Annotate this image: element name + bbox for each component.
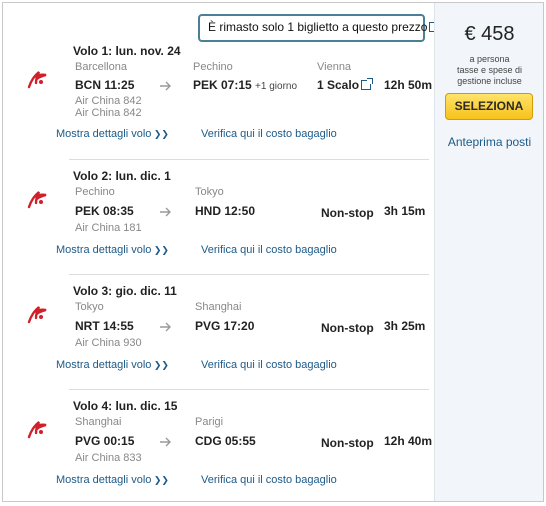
destination-city: Tokyo [195,186,224,198]
air-china-logo-icon [27,306,47,324]
air-china-logo-icon [27,71,47,89]
segment-divider [69,389,429,390]
destination-city: Shanghai [195,301,242,313]
double-chevron-down-icon: ❯❯ [151,360,169,370]
flight-segments: È rimasto solo 1 biglietto a questo prez… [3,3,442,503]
external-link-icon [361,78,374,90]
price-panel: € 458 a persona tasse e spese di gestion… [434,3,543,501]
arrival-time: CDG 05:55 [195,434,256,448]
departure: PEK 08:35 [75,204,134,218]
baggage-cost-link[interactable]: Verifica qui il costo bagaglio [201,244,337,256]
price-amount: € 458 [464,23,515,45]
airline-flight: Air China 833 [75,452,142,464]
airline-flight: Air China 842 [75,107,142,119]
origin-city: Barcellona [75,61,127,73]
double-chevron-down-icon: ❯❯ [151,245,169,255]
price-note-line: a persona [469,54,510,64]
notice-text: È rimasto solo 1 biglietto a questo prez… [208,20,428,34]
show-flight-details-link[interactable]: Mostra dettagli volo ❯❯ [56,359,169,371]
flight-duration: 12h 40m [384,434,433,448]
segment-title: Volo 4: lun. dic. 15 [73,399,178,413]
stops-label: Non-stop [321,436,374,450]
origin-city: Tokyo [75,301,104,313]
baggage-cost-link[interactable]: Verifica qui il costo bagaglio [201,474,337,486]
airline-flight: Air China 930 [75,337,142,349]
price-note: a persona tasse e spese di gestione incl… [435,54,544,87]
show-flight-details-link[interactable]: Mostra dettagli volo ❯❯ [56,128,169,140]
departure: PVG 00:15 [75,434,135,448]
baggage-cost-link[interactable]: Verifica qui il costo bagaglio [201,359,337,371]
airline-flight: Air China 842 [75,95,142,107]
flight-duration: 3h 15m [384,204,426,218]
flight-segment-4: Volo 4: lun. dic. 15 Shanghai PVG 00:15 … [3,393,434,503]
segment-title: Volo 3: gio. dic. 11 [73,284,177,298]
arrow-right-icon [160,437,171,447]
details-link-label: Mostra dettagli volo [56,359,152,371]
departure: BCN 11:25 [75,78,135,92]
select-button[interactable]: SELEZIONA [445,93,533,120]
plus-day: +1 giorno [255,81,298,92]
arrival-time: PVG 17:20 [195,319,255,333]
origin-city: Pechino [75,186,115,198]
details-link-label: Mostra dettagli volo [56,128,152,140]
seat-preview-link[interactable]: Anteprima posti [435,135,544,149]
arrival-time: PEK 07:15 [193,78,252,92]
last-ticket-notice[interactable]: È rimasto solo 1 biglietto a questo prez… [198,14,442,42]
destination-city: Parigi [195,416,224,428]
stops-label: Non-stop [321,206,374,220]
price-note-line: gestione incluse [457,76,522,86]
baggage-cost-link[interactable]: Verifica qui il costo bagaglio [201,128,337,140]
segment-title: Volo 1: lun. nov. 24 [73,44,181,58]
departure: NRT 14:55 [75,319,134,333]
stops-label: 1 Scalo [317,78,360,92]
air-china-logo-icon [27,191,47,209]
double-chevron-down-icon: ❯❯ [151,129,169,139]
arrival: PEK 07:15 +1 giorno [193,78,297,92]
arrow-right-icon [160,81,171,91]
show-flight-details-link[interactable]: Mostra dettagli volo ❯❯ [56,474,169,486]
details-link-label: Mostra dettagli volo [56,244,152,256]
flight-segment-1: Volo 1: lun. nov. 24 Barcellona BCN 11:2… [3,39,434,149]
stops-label: Non-stop [321,321,374,335]
arrow-right-icon [160,322,171,332]
double-chevron-down-icon: ❯❯ [151,475,169,485]
price-note-line: tasse e spese di [456,65,523,75]
segment-divider [69,274,429,275]
flight-segment-3: Volo 3: gio. dic. 11 Tokyo NRT 14:55 Sha… [3,278,434,388]
flight-duration: 12h 50m [384,78,433,92]
segment-title: Volo 2: lun. dic. 1 [73,169,171,183]
air-china-logo-icon [27,421,47,439]
details-link-label: Mostra dettagli volo [56,474,152,486]
destination-city: Pechino [193,61,233,73]
flight-result-card: È rimasto solo 1 biglietto a questo prez… [2,2,544,502]
layover-city: Vienna [317,61,352,73]
show-flight-details-link[interactable]: Mostra dettagli volo ❯❯ [56,244,169,256]
stops-link[interactable]: 1 Scalo [317,78,374,92]
flight-segment-2: Volo 2: lun. dic. 1 Pechino PEK 08:35 To… [3,163,434,273]
flight-duration: 3h 25m [384,319,426,333]
arrow-right-icon [160,207,171,217]
airline-flight: Air China 181 [75,222,142,234]
segment-divider [69,159,429,160]
arrival-time: HND 12:50 [195,204,256,218]
origin-city: Shanghai [75,416,122,428]
